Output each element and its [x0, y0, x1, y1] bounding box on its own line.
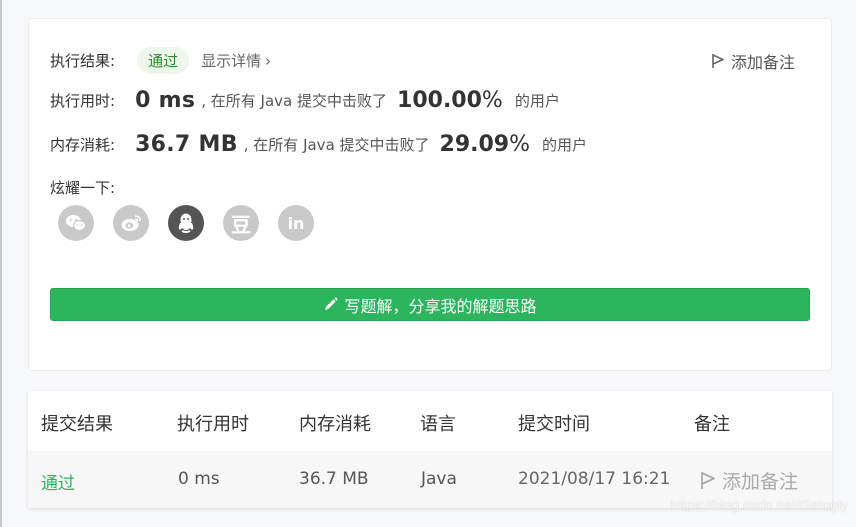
flag-icon: [712, 54, 724, 68]
write-solution-button[interactable]: 写题解，分享我的解题思路: [50, 288, 810, 321]
runtime-percent: 100.00%: [397, 88, 503, 113]
runtime-row: 执行用时: 0 ms , 在所有 Java 提交中击败了 100.00% 的用户: [50, 88, 560, 113]
runtime-percent-symbol: %: [481, 88, 503, 113]
memory-beat-text: , 在所有 Java 提交中击败了: [243, 136, 430, 154]
row-status-link[interactable]: 通过: [41, 469, 75, 494]
memory-label: 内存消耗:: [50, 136, 116, 154]
status-badge: 通过: [137, 47, 190, 74]
douban-icon[interactable]: 豆: [223, 205, 259, 241]
submission-table: 提交结果 执行用时 内存消耗 语言 提交时间 备注 通过 0 ms 36.7 M…: [28, 391, 832, 508]
row-time: 2021/08/17 16:21: [518, 469, 671, 489]
row-runtime: 0 ms: [178, 469, 220, 489]
chevron-right-icon: ›: [265, 51, 272, 70]
show-details-link[interactable]: 显示详情 ›: [201, 50, 271, 71]
header-memory: 内存消耗: [299, 414, 371, 435]
runtime-label: 执行用时:: [50, 92, 116, 110]
result-row: 执行结果: 通过 显示详情 ›: [50, 47, 271, 74]
result-card: 执行结果: 通过 显示详情 › 添加备注 执行用时: 0 ms , 在所有 Ja…: [28, 18, 832, 371]
header-time: 提交时间: [518, 414, 590, 435]
runtime-tail: 的用户: [514, 92, 560, 110]
header-language: 语言: [420, 414, 456, 435]
qq-icon[interactable]: [168, 205, 204, 241]
weibo-icon[interactable]: [113, 205, 149, 241]
row-language: Java: [421, 469, 457, 489]
memory-percent-value: 29.09: [439, 132, 510, 157]
share-icons: 豆 in: [58, 205, 333, 241]
wechat-icon[interactable]: [58, 205, 94, 241]
runtime-beat-text: , 在所有 Java 提交中击败了: [201, 92, 388, 110]
runtime-value: 0 ms: [135, 88, 196, 113]
row-memory: 36.7 MB: [299, 469, 369, 489]
window-edge: [0, 0, 2, 527]
runtime-percent-value: 100.00: [397, 88, 482, 113]
row-add-note-button[interactable]: 添加备注: [700, 467, 798, 494]
memory-value: 36.7 MB: [135, 132, 238, 157]
header-runtime: 执行用时: [177, 414, 249, 435]
header-status: 提交结果: [41, 414, 113, 435]
linkedin-icon[interactable]: in: [278, 205, 314, 241]
flag-icon: [701, 472, 715, 489]
watermark: https://blog.csdn.net/Getugly: [670, 497, 848, 513]
result-label: 执行结果:: [50, 52, 116, 70]
header-note: 备注: [694, 414, 730, 435]
memory-percent-symbol: %: [509, 132, 531, 157]
add-note-label: 添加备注: [730, 53, 795, 72]
share-label: 炫耀一下:: [50, 179, 116, 197]
write-solution-label: 写题解，分享我的解题思路: [344, 296, 537, 316]
show-details-label: 显示详情: [201, 52, 262, 70]
add-note-button[interactable]: 添加备注: [711, 49, 795, 73]
pencil-icon: [325, 297, 339, 310]
memory-percent: 29.09%: [440, 132, 531, 157]
memory-tail: 的用户: [542, 136, 588, 154]
table-header: 提交结果 执行用时 内存消耗 语言 提交时间 备注: [28, 391, 832, 452]
row-add-note-label: 添加备注: [722, 471, 799, 493]
share-row: 炫耀一下:: [50, 177, 115, 198]
memory-row: 内存消耗: 36.7 MB , 在所有 Java 提交中击败了 29.09% 的…: [50, 132, 587, 157]
